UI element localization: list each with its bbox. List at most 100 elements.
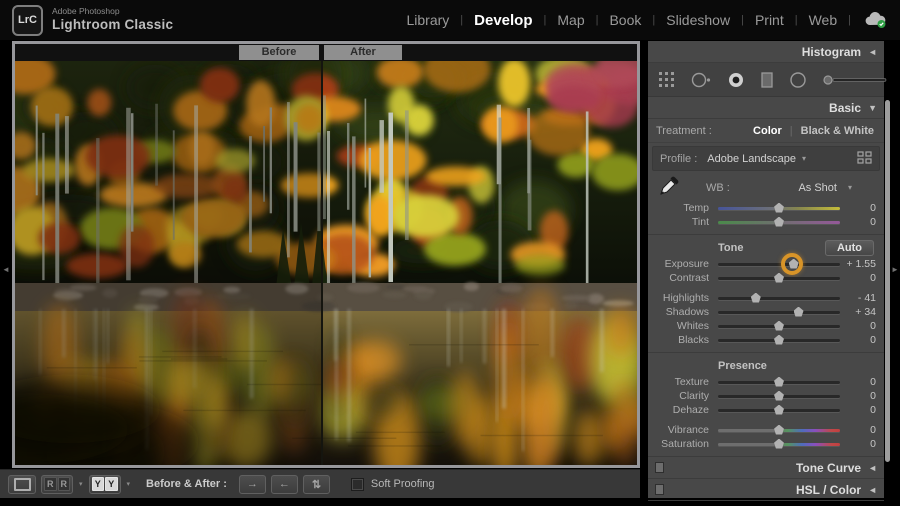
before-after-view-icon: Y <box>105 477 118 491</box>
right-panel-collapse-strip[interactable]: ► <box>890 40 900 498</box>
texture-handle[interactable] <box>774 377 784 387</box>
presence-group-header: Presence <box>648 356 884 375</box>
before-after-divider[interactable] <box>321 61 323 465</box>
tone-curve-toggle[interactable] <box>655 462 664 473</box>
soft-proofing-checkbox[interactable] <box>351 478 364 491</box>
exposure-slider-row: Exposure + 1.55 <box>648 257 884 271</box>
whites-handle[interactable] <box>774 321 784 331</box>
nav-book[interactable]: Book <box>609 12 641 28</box>
shadows-handle[interactable] <box>794 307 804 317</box>
basic-panel-header[interactable]: Basic ▼ <box>648 97 884 119</box>
contrast-value: 0 <box>840 272 876 284</box>
blacks-handle[interactable] <box>774 335 784 345</box>
hsl-color-panel-header[interactable]: HSL / Color ◄ <box>648 479 884 501</box>
nav-slideshow[interactable]: Slideshow <box>666 12 730 28</box>
red-eye-icon[interactable] <box>727 71 745 89</box>
highlights-track[interactable] <box>718 297 840 300</box>
crop-overlay-icon[interactable] <box>658 71 675 88</box>
chevron-down-icon[interactable]: ▾ <box>127 480 131 488</box>
cloud-sync-ok-icon[interactable] <box>864 11 888 29</box>
dehaze-handle[interactable] <box>774 405 784 415</box>
photo-canvas[interactable] <box>15 61 637 465</box>
brand-small: Adobe Photoshop <box>52 7 173 17</box>
dehaze-slider[interactable] <box>718 404 840 417</box>
treatment-label: Treatment : <box>656 125 712 137</box>
contrast-slider[interactable] <box>718 272 840 285</box>
top-bar: LrC Adobe Photoshop Lightroom Classic Li… <box>0 0 900 40</box>
nav-separator: | <box>596 14 599 26</box>
profile-selector[interactable]: Profile : Adobe Landscape ▾ <box>652 146 880 171</box>
chevron-down-icon[interactable]: ▾ <box>79 480 83 488</box>
adjustment-brush-icon[interactable] <box>822 73 888 87</box>
nav-print[interactable]: Print <box>755 12 784 28</box>
hsl-color-title: HSL / Color <box>796 483 861 497</box>
right-collapse-arrow-icon[interactable]: ► <box>891 265 899 274</box>
saturation-slider[interactable] <box>718 438 840 451</box>
highlights-slider-row: Highlights - 41 <box>648 291 884 305</box>
exposure-handle[interactable] <box>789 259 799 269</box>
radial-filter-icon[interactable] <box>789 71 807 89</box>
viewer-toolbar: R R ▾ Y Y ▾ Before & After : → ← ⇅ Soft … <box>0 469 640 498</box>
blacks-slider[interactable] <box>718 334 840 347</box>
exposure-slider[interactable] <box>718 258 840 271</box>
texture-slider[interactable] <box>718 376 840 389</box>
shadows-slider[interactable] <box>718 306 840 319</box>
profile-browser-icon[interactable] <box>857 151 872 167</box>
shadows-track[interactable] <box>718 311 840 314</box>
loupe-view-button[interactable] <box>8 475 36 494</box>
nav-web[interactable]: Web <box>809 12 838 28</box>
temp-handle[interactable] <box>774 203 784 213</box>
exposure-track[interactable] <box>718 263 840 266</box>
treatment-bw-button[interactable]: Black & White <box>801 125 874 137</box>
graduated-filter-icon[interactable] <box>760 71 774 89</box>
left-collapse-arrow-icon[interactable]: ◄ <box>2 265 10 274</box>
highlights-handle[interactable] <box>751 293 761 303</box>
nav-separator: | <box>544 14 547 26</box>
tint-handle[interactable] <box>774 217 784 227</box>
nav-separator: | <box>795 14 798 26</box>
reference-view-icon: R <box>44 477 57 491</box>
contrast-handle[interactable] <box>774 273 784 283</box>
arrow-left-icon: ← <box>279 478 290 490</box>
panel-scrollbar[interactable] <box>885 100 890 462</box>
tone-curve-panel-header[interactable]: Tone Curve ◄ <box>648 457 884 479</box>
copy-before-to-after-button[interactable]: → <box>239 475 266 494</box>
chevron-down-icon: ▾ <box>848 183 852 192</box>
nav-library[interactable]: Library <box>407 12 450 28</box>
profile-value[interactable]: Adobe Landscape <box>707 153 796 165</box>
collapse-left-icon: ◄ <box>868 463 877 473</box>
develop-right-panel: Histogram ◄ <box>648 41 884 498</box>
vibrance-slider[interactable] <box>718 424 840 437</box>
clarity-slider[interactable] <box>718 390 840 403</box>
histogram-panel-header[interactable]: Histogram ◄ <box>648 41 884 63</box>
before-after-view-button[interactable]: Y Y <box>89 475 121 494</box>
vibrance-handle[interactable] <box>774 425 784 435</box>
whites-slider[interactable] <box>718 320 840 333</box>
auto-tone-button[interactable]: Auto <box>825 240 874 256</box>
reference-view-icon: R <box>58 477 71 491</box>
presence-title: Presence <box>718 360 767 372</box>
tint-slider[interactable] <box>718 216 840 229</box>
heal-icon[interactable] <box>690 71 712 89</box>
arrow-right-icon: → <box>247 478 258 490</box>
contrast-slider-row: Contrast 0 <box>648 271 884 285</box>
vibrance-value: 0 <box>840 424 876 436</box>
wb-preset-dropdown[interactable]: As Shot ▾ <box>798 182 852 194</box>
swap-before-after-button[interactable]: ⇅ <box>303 475 330 494</box>
eyedropper-icon[interactable] <box>658 175 680 200</box>
highlights-slider[interactable] <box>718 292 840 305</box>
clarity-handle[interactable] <box>774 391 784 401</box>
exposure-value: + 1.55 <box>840 258 876 270</box>
clarity-value: 0 <box>840 390 876 402</box>
nav-map[interactable]: Map <box>557 12 584 28</box>
temp-slider[interactable] <box>718 202 840 215</box>
hsl-color-toggle[interactable] <box>655 484 664 495</box>
before-label: Before <box>239 45 319 60</box>
treatment-color-button[interactable]: Color <box>753 125 782 137</box>
copy-after-to-before-button[interactable]: ← <box>271 475 298 494</box>
left-panel-collapse-strip[interactable]: ◄ <box>0 40 12 498</box>
nav-develop[interactable]: Develop <box>474 12 532 29</box>
clarity-label: Clarity <box>656 390 718 402</box>
reference-view-button[interactable]: R R <box>41 475 73 494</box>
saturation-handle[interactable] <box>774 439 784 449</box>
